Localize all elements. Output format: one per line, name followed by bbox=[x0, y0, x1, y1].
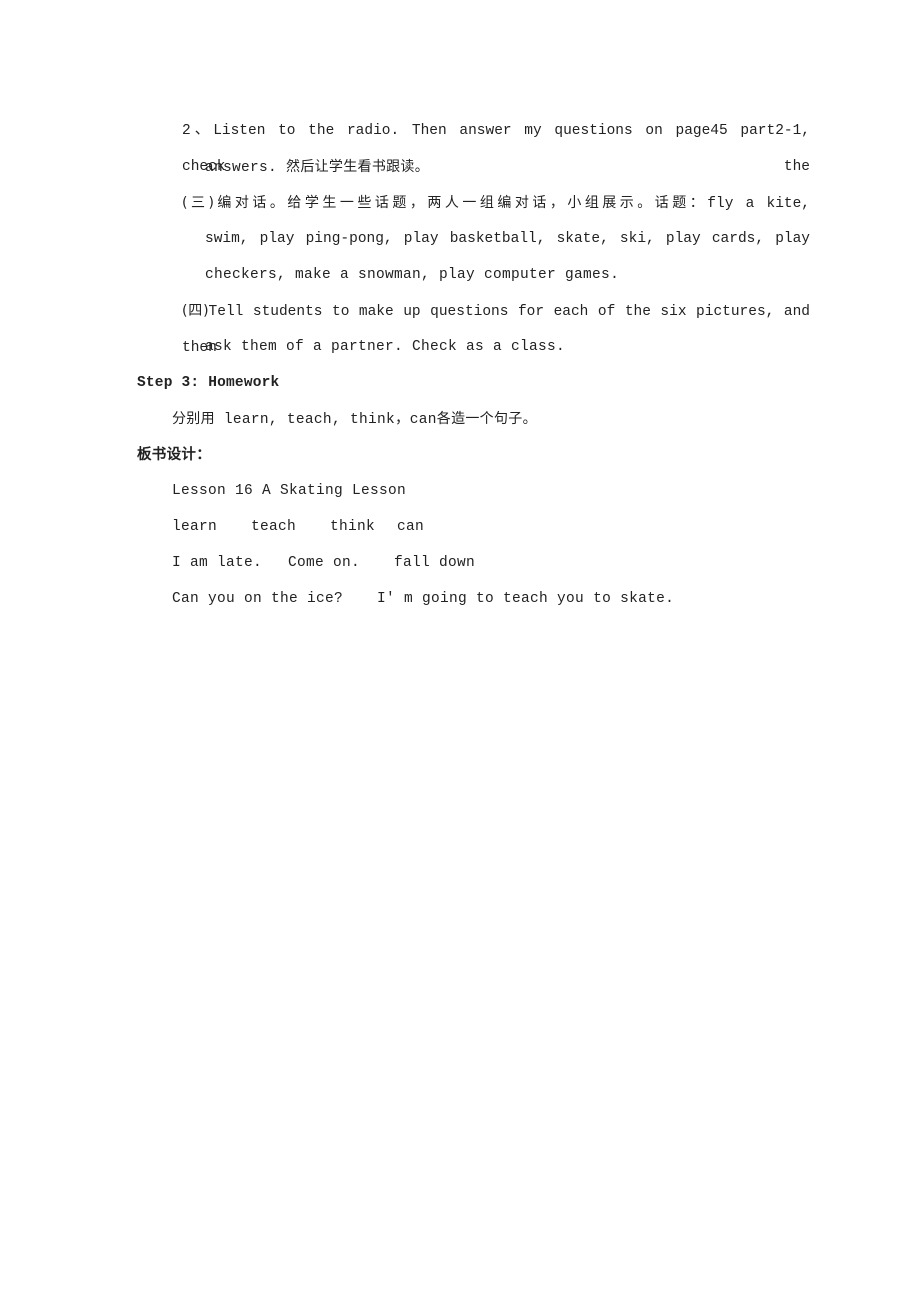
homework-cjk-prefix: 分别用 bbox=[172, 411, 215, 427]
homework-words: learn, teach, think，can bbox=[223, 412, 437, 428]
document-body: 2、Listen to the radio. Then answer my qu… bbox=[137, 113, 810, 617]
board-design-sentences: Can you on the ice? I' m going to teach y… bbox=[137, 581, 810, 617]
item2-line2-text: answers. bbox=[205, 160, 278, 176]
heading-board-design: 板书设计： bbox=[137, 447, 211, 463]
paragraph-item4-line2: ask them of a partner. Check as a class. bbox=[137, 329, 810, 365]
verb-can: can bbox=[397, 519, 425, 535]
verb-learn: learn bbox=[172, 519, 218, 535]
item3-cjk-text: 编对话。给学生一些话题，两人一组编对话，小组展示。话题： bbox=[213, 195, 708, 211]
paragraph-item3-line3: checkers, make a snowman, play computer … bbox=[137, 257, 810, 293]
board-design-phrases: I am late. Come on. fall down bbox=[137, 545, 810, 581]
phrase-come-on: Come on. bbox=[288, 555, 361, 571]
item2-line2-cjk: 然后让学生看书跟读。 bbox=[286, 159, 430, 175]
phrase-i-am-late: I am late. bbox=[172, 555, 263, 571]
item2-marker: 2、 bbox=[182, 123, 214, 139]
paragraph-item4-line1: (四)Tell students to make up questions fo… bbox=[137, 293, 810, 356]
item3-marker: (三) bbox=[182, 195, 214, 211]
item3-line2-text: swim, play ping-pong, play basketball, s… bbox=[205, 231, 810, 247]
item4-marker: (四) bbox=[182, 303, 209, 319]
paragraph-item3-line1: (三)编对话。给学生一些话题，两人一组编对话，小组展示。话题：fly a kit… bbox=[137, 185, 810, 221]
paragraph-item3-line2: swim, play ping-pong, play basketball, s… bbox=[137, 221, 810, 257]
document-page: 2、Listen to the radio. Then answer my qu… bbox=[0, 0, 920, 1302]
verb-teach: teach bbox=[251, 519, 297, 535]
item3-line3-text: checkers, make a snowman, play computer … bbox=[205, 267, 620, 283]
item4-line2-text: ask them of a partner. Check as a class. bbox=[205, 339, 566, 355]
sentence-im-going-to-teach: I' m going to teach you to skate. bbox=[377, 591, 675, 607]
board-design-verbs: learn teach think can bbox=[137, 509, 810, 545]
item3-tail-text: fly a kite, bbox=[707, 196, 811, 212]
verb-think: think bbox=[330, 519, 376, 535]
paragraph-homework: 分别用 learn, teach, think，can各造一个句子。 bbox=[137, 401, 810, 437]
heading-step3: Step 3: Homework bbox=[137, 375, 280, 391]
board-design-title: Lesson 16 A Skating Lesson bbox=[172, 483, 407, 499]
sentence-can-you-on-the-ice: Can you on the ice? bbox=[172, 591, 344, 607]
phrase-fall-down: fall down bbox=[394, 555, 476, 571]
paragraph-item2-line1: 2、Listen to the radio. Then answer my qu… bbox=[137, 113, 810, 175]
homework-cjk-suffix: 各造一个句子。 bbox=[436, 411, 537, 427]
